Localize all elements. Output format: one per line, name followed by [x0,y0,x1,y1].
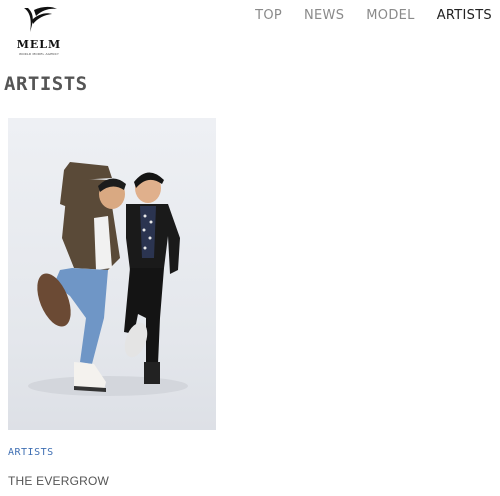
nav-item-news[interactable]: NEWS [304,8,344,23]
swoosh-logo-icon [24,6,57,32]
card-title[interactable]: THE EVERGROW [8,474,109,488]
main-nav: TOP NEWS MODEL ARTISTS [233,8,492,23]
brand-name: MELM [16,38,62,51]
nav-item-artists[interactable]: ARTISTS [437,8,492,23]
nav-item-top[interactable]: TOP [255,8,282,23]
artist-photo[interactable] [8,118,216,430]
card-category-link[interactable]: ARTISTS [8,447,54,458]
brand-tagline: WORLD MODEL AGENCY [18,52,60,56]
brand-logo[interactable]: MELM WORLD MODEL AGENCY [8,6,68,56]
nav-item-model[interactable]: MODEL [366,8,414,23]
photo-illustration [28,162,188,396]
page-title: ARTISTS [4,73,88,95]
